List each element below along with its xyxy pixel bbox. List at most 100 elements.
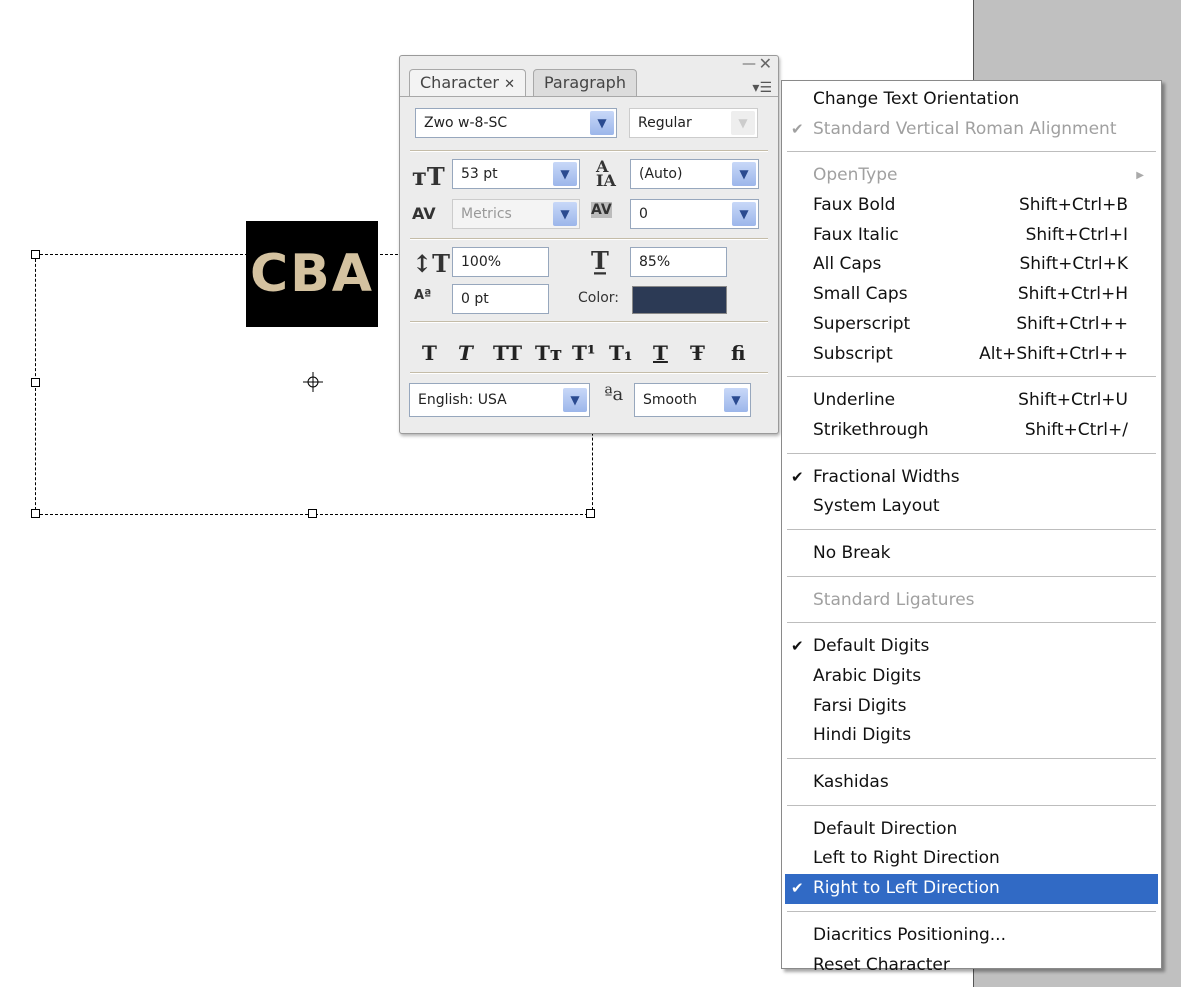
kerning-select[interactable]: Metrics ▼ xyxy=(452,199,580,229)
tracking-input[interactable]: 0 ▼ xyxy=(630,199,759,229)
horizontal-scale-input[interactable]: 85% xyxy=(630,247,727,277)
chevron-down-icon: ▼ xyxy=(731,111,755,135)
menu-item-default-direction[interactable]: Default Direction xyxy=(785,815,1158,845)
baseline-shift-icon: Aª xyxy=(414,288,432,303)
menu-item-subscript[interactable]: Subscript Alt+Shift+Ctrl++ xyxy=(785,340,1158,370)
menu-item-faux-italic[interactable]: Faux Italic Shift+Ctrl+I xyxy=(785,221,1158,251)
faux-italic-button[interactable]: T xyxy=(458,341,473,365)
checkmark-icon: ✔ xyxy=(791,637,804,656)
language-select[interactable]: English: USA ▼ xyxy=(409,383,590,417)
menu-item-label: Default Direction xyxy=(813,818,958,839)
menu-item-standard-ligatures: Standard Ligatures xyxy=(785,586,1158,616)
menu-item-label: OpenType xyxy=(813,165,898,186)
font-style-select[interactable]: Regular ▼ xyxy=(629,108,758,138)
vertical-scale-icon: ↕T xyxy=(412,249,450,278)
menu-item-label: Standard Ligatures xyxy=(813,589,975,610)
close-tab-icon[interactable]: ✕ xyxy=(504,77,515,92)
menu-item-label: System Layout xyxy=(813,496,940,517)
leading-icon: A IA xyxy=(596,157,616,190)
close-icon[interactable]: ✕ xyxy=(759,54,772,73)
ligatures-button[interactable]: ﬁ xyxy=(731,341,746,365)
superscript-button[interactable]: T¹ xyxy=(572,341,596,365)
menu-item-underline[interactable]: Underline Shift+Ctrl+U xyxy=(785,386,1158,416)
menu-item-label: Right to Left Direction xyxy=(813,878,1000,899)
font-family-value: Zwo w-8-SC xyxy=(424,115,508,131)
menu-item-shortcut: Shift+Ctrl+/ xyxy=(1024,419,1128,440)
menu-item-default-digits[interactable]: ✔ Default Digits xyxy=(785,632,1158,662)
resize-handle[interactable] xyxy=(31,250,40,259)
menu-item-no-break[interactable]: No Break xyxy=(785,539,1158,569)
menu-item-diacritics-positioning[interactable]: Diacritics Positioning... xyxy=(785,921,1158,951)
baseline-shift-value: 0 pt xyxy=(461,291,489,307)
menu-item-superscript[interactable]: Superscript Shift+Ctrl++ xyxy=(785,310,1158,340)
menu-item-label: Standard Vertical Roman Alignment xyxy=(813,118,1117,139)
baseline-shift-input[interactable]: 0 pt xyxy=(452,284,549,314)
underline-button[interactable]: T xyxy=(653,341,668,365)
resize-handle[interactable] xyxy=(31,509,40,518)
strikethrough-button[interactable]: Ŧ xyxy=(690,341,705,365)
menu-item-label: Diacritics Positioning... xyxy=(813,924,1006,945)
antialias-select[interactable]: Smooth ▼ xyxy=(634,383,751,417)
leading-input[interactable]: (Auto) ▼ xyxy=(630,159,759,189)
menu-item-hindi-digits[interactable]: Hindi Digits xyxy=(785,721,1158,751)
menu-item-reset-character[interactable]: Reset Character xyxy=(785,951,1158,981)
menu-item-label: Fractional Widths xyxy=(813,466,960,487)
checkmark-icon: ✔ xyxy=(791,879,804,898)
panel-menu-icon[interactable]: ▾☰ xyxy=(752,80,772,96)
faux-bold-button[interactable]: T xyxy=(422,341,437,365)
tab-character[interactable]: Character ✕ xyxy=(409,69,526,96)
chevron-down-icon[interactable]: ▼ xyxy=(724,388,748,412)
menu-item-left-to-right-direction[interactable]: Left to Right Direction xyxy=(785,844,1158,874)
vertical-scale-input[interactable]: 100% xyxy=(452,247,549,277)
tracking-icon: AV xyxy=(591,202,612,218)
menu-item-faux-bold[interactable]: Faux Bold Shift+Ctrl+B xyxy=(785,191,1158,221)
font-size-icon: ᴛT xyxy=(412,162,445,191)
menu-item-arabic-digits[interactable]: Arabic Digits xyxy=(785,662,1158,692)
menu-item-label: Faux Bold xyxy=(813,195,896,216)
menu-separator xyxy=(787,376,1156,379)
menu-separator xyxy=(787,575,1156,578)
small-caps-button[interactable]: Tт xyxy=(535,341,562,365)
checkmark-icon: ✔ xyxy=(791,119,804,138)
tab-paragraph[interactable]: Paragraph xyxy=(533,69,637,96)
menu-separator xyxy=(787,622,1156,625)
character-panel: — ✕ Character ✕ Paragraph ▾☰ Zwo w-8-SC ▼… xyxy=(399,54,779,434)
menu-item-label: Arabic Digits xyxy=(813,666,922,686)
menu-item-all-caps[interactable]: All Caps Shift+Ctrl+K xyxy=(785,250,1158,280)
minimize-icon[interactable]: — xyxy=(742,56,756,72)
chevron-down-icon[interactable]: ▼ xyxy=(563,388,587,412)
tracking-value: 0 xyxy=(639,206,648,222)
chevron-down-icon[interactable]: ▼ xyxy=(553,202,577,226)
menu-item-fractional-widths[interactable]: ✔ Fractional Widths xyxy=(785,463,1158,493)
horizontal-scale-icon: T̲ xyxy=(591,246,609,275)
menu-item-small-caps[interactable]: Small Caps Shift+Ctrl+H xyxy=(785,280,1158,310)
chevron-down-icon[interactable]: ▼ xyxy=(732,162,756,186)
resize-handle[interactable] xyxy=(586,509,595,518)
resize-handle[interactable] xyxy=(308,509,317,518)
color-swatch[interactable] xyxy=(632,286,727,314)
menu-separator xyxy=(787,804,1156,807)
menu-item-label: Default Digits xyxy=(813,636,930,657)
menu-separator xyxy=(787,528,1156,531)
reference-point-icon[interactable] xyxy=(303,372,323,392)
menu-item-system-layout[interactable]: System Layout xyxy=(785,492,1158,522)
font-size-value: 53 pt xyxy=(461,166,498,182)
menu-item-kashidas[interactable]: Kashidas xyxy=(785,768,1158,798)
chevron-down-icon[interactable]: ▼ xyxy=(732,202,756,226)
menu-item-opentype: OpenType ▶ xyxy=(785,161,1158,191)
all-caps-button[interactable]: TT xyxy=(493,341,522,365)
horizontal-scale-value: 85% xyxy=(639,254,671,270)
chevron-down-icon[interactable]: ▼ xyxy=(590,111,614,135)
menu-item-shortcut: Shift+Ctrl+K xyxy=(1019,254,1128,275)
font-family-select[interactable]: Zwo w-8-SC ▼ xyxy=(415,108,617,138)
menu-item-farsi-digits[interactable]: Farsi Digits xyxy=(785,692,1158,722)
menu-item-change-text-orientation[interactable]: Change Text Orientation xyxy=(785,85,1158,115)
menu-item-strikethrough[interactable]: Strikethrough Shift+Ctrl+/ xyxy=(785,416,1158,446)
menu-item-standard-vertical-roman-alignment: ✔ Standard Vertical Roman Alignment xyxy=(785,115,1158,145)
menu-item-label: All Caps xyxy=(813,254,882,275)
font-size-input[interactable]: 53 pt ▼ xyxy=(452,159,580,189)
subscript-button[interactable]: T₁ xyxy=(609,341,633,365)
menu-item-right-to-left-direction[interactable]: ✔ Right to Left Direction xyxy=(785,874,1158,904)
chevron-down-icon[interactable]: ▼ xyxy=(553,162,577,186)
resize-handle[interactable] xyxy=(31,378,40,387)
